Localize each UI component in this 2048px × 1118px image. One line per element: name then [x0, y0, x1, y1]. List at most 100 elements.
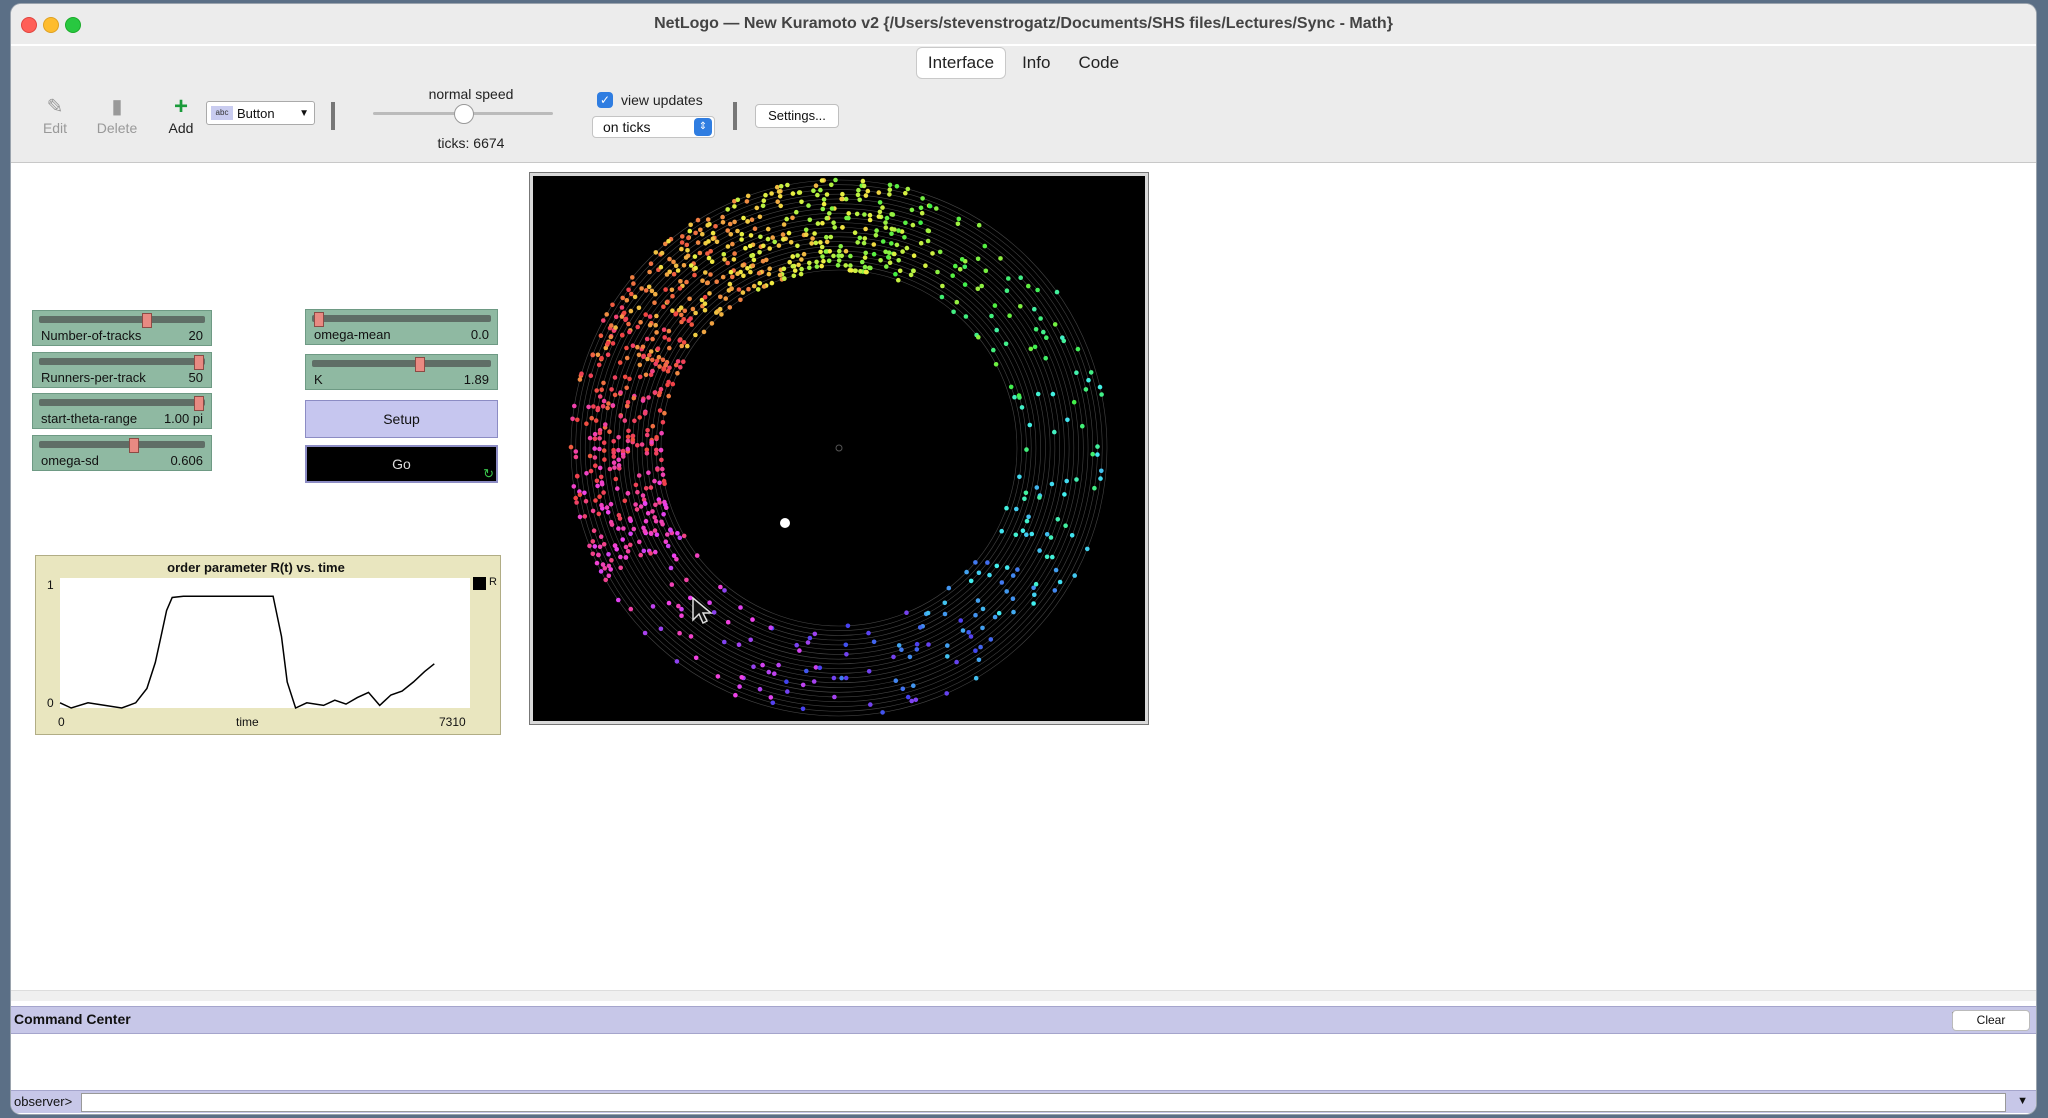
clear-button[interactable]: Clear: [1952, 1010, 2030, 1031]
runner-dot: [750, 617, 755, 622]
history-dropdown-icon[interactable]: ▼: [2017, 1095, 2028, 1107]
pane-divider[interactable]: [11, 990, 2036, 1001]
runner-dot: [664, 272, 670, 277]
slider-k[interactable]: K 1.89: [305, 354, 498, 390]
order-parameter-marker: [780, 518, 790, 528]
settings-button[interactable]: Settings...: [755, 104, 839, 128]
delete-button[interactable]: ▮ Delete: [89, 94, 145, 136]
runner-dot: [584, 471, 589, 476]
world-view[interactable]: [529, 172, 1149, 725]
runner-dot: [641, 354, 646, 359]
setup-button[interactable]: Setup: [305, 400, 498, 438]
runner-dot: [678, 279, 683, 284]
runner-dot: [805, 640, 811, 645]
slider-runners-per-track[interactable]: Runners-per-track 50: [32, 352, 212, 388]
runner-dot: [960, 628, 966, 633]
runner-dot: [707, 291, 712, 296]
runner-dot: [863, 193, 869, 198]
runner-dot: [823, 249, 829, 254]
runner-dot: [777, 272, 783, 278]
slider-knob[interactable]: [193, 396, 204, 411]
slider-omega-sd[interactable]: omega-sd 0.606: [32, 435, 212, 471]
runner-dot: [962, 264, 968, 270]
widget-type-select[interactable]: abc Button ▼: [206, 101, 315, 125]
runner-dot: [876, 214, 882, 219]
runner-dot: [740, 263, 746, 268]
runner-dot: [687, 228, 693, 234]
runner-dot: [653, 291, 658, 297]
runner-dot: [715, 674, 721, 679]
slider-knob[interactable]: [129, 438, 140, 453]
runner-dot: [781, 222, 787, 227]
runner-dot: [595, 405, 601, 411]
runner-dot: [686, 318, 691, 323]
command-input[interactable]: [81, 1093, 2006, 1112]
command-input-bar: observer> ▼: [11, 1090, 2036, 1113]
runner-dot: [900, 249, 905, 254]
tab-interface[interactable]: Interface: [916, 48, 1006, 78]
runner-dot: [601, 440, 607, 446]
runner-dot: [909, 207, 915, 213]
speed-slider-knob[interactable]: [454, 104, 474, 124]
runner-dot: [775, 199, 780, 204]
runner-dot: [1086, 377, 1091, 383]
runner-dot: [660, 466, 665, 472]
runner-dot: [835, 263, 841, 268]
runner-dot: [790, 254, 795, 259]
runner-dot: [887, 192, 892, 197]
runner-dot: [982, 243, 988, 249]
tab-code[interactable]: Code: [1067, 48, 1130, 78]
view-updates-checkbox[interactable]: ✓: [597, 92, 613, 108]
runner-dot: [996, 610, 1002, 616]
runner-dot: [855, 192, 861, 198]
slider-knob[interactable]: [193, 355, 204, 370]
runner-dot: [592, 455, 598, 460]
runner-dot: [854, 211, 860, 217]
slider-knob[interactable]: [141, 313, 152, 328]
runner-dot: [603, 422, 608, 427]
runner-dot: [953, 263, 958, 269]
runner-dot: [748, 233, 754, 238]
runner-dot: [686, 235, 691, 241]
runner-dot: [693, 655, 699, 661]
runner-dot: [843, 675, 849, 681]
slider-knob[interactable]: [313, 312, 324, 327]
runner-dot: [701, 329, 707, 335]
slider-start-theta-range[interactable]: start-theta-range 1.00 pi: [32, 393, 212, 429]
runner-dot: [781, 237, 786, 242]
zoom-window-button[interactable]: [65, 17, 81, 33]
runner-dot: [1017, 474, 1022, 480]
runner-dot: [926, 642, 931, 647]
edit-button[interactable]: ✎ Edit: [27, 94, 83, 136]
minimize-window-button[interactable]: [43, 17, 59, 33]
runner-dot: [1085, 546, 1090, 552]
runner-dot: [619, 314, 625, 319]
runner-dot: [587, 435, 593, 441]
runner-dot: [1023, 490, 1029, 496]
runner-dot: [820, 206, 826, 212]
runner-dot: [799, 199, 804, 205]
close-window-button[interactable]: [21, 17, 37, 33]
slider-number-of-tracks[interactable]: Number-of-tracks 20: [32, 310, 212, 346]
runner-dot: [746, 286, 751, 292]
runner-dot: [577, 492, 583, 498]
runner-dot: [693, 265, 698, 271]
netlogo-window: NetLogo — New Kuramoto v2 {/Users/steven…: [11, 4, 2036, 1114]
runner-dot: [877, 200, 883, 205]
update-mode-select[interactable]: on ticks ⇕: [592, 116, 715, 138]
runner-dot: [968, 634, 974, 639]
go-button[interactable]: Go ↻: [305, 445, 498, 483]
add-button[interactable]: + Add: [153, 94, 209, 137]
runner-dot: [1010, 573, 1016, 578]
runner-dot: [812, 631, 818, 637]
slider-knob[interactable]: [414, 357, 425, 372]
runner-dot: [653, 361, 658, 367]
runner-dot: [964, 569, 969, 575]
runner-dot: [896, 277, 901, 283]
slider-omega-mean[interactable]: omega-mean 0.0: [305, 309, 498, 345]
runner-dot: [985, 560, 990, 565]
runner-dot: [732, 251, 737, 256]
runner-dot: [919, 210, 925, 216]
tab-info[interactable]: Info: [1011, 48, 1061, 78]
runner-dot: [855, 240, 860, 245]
